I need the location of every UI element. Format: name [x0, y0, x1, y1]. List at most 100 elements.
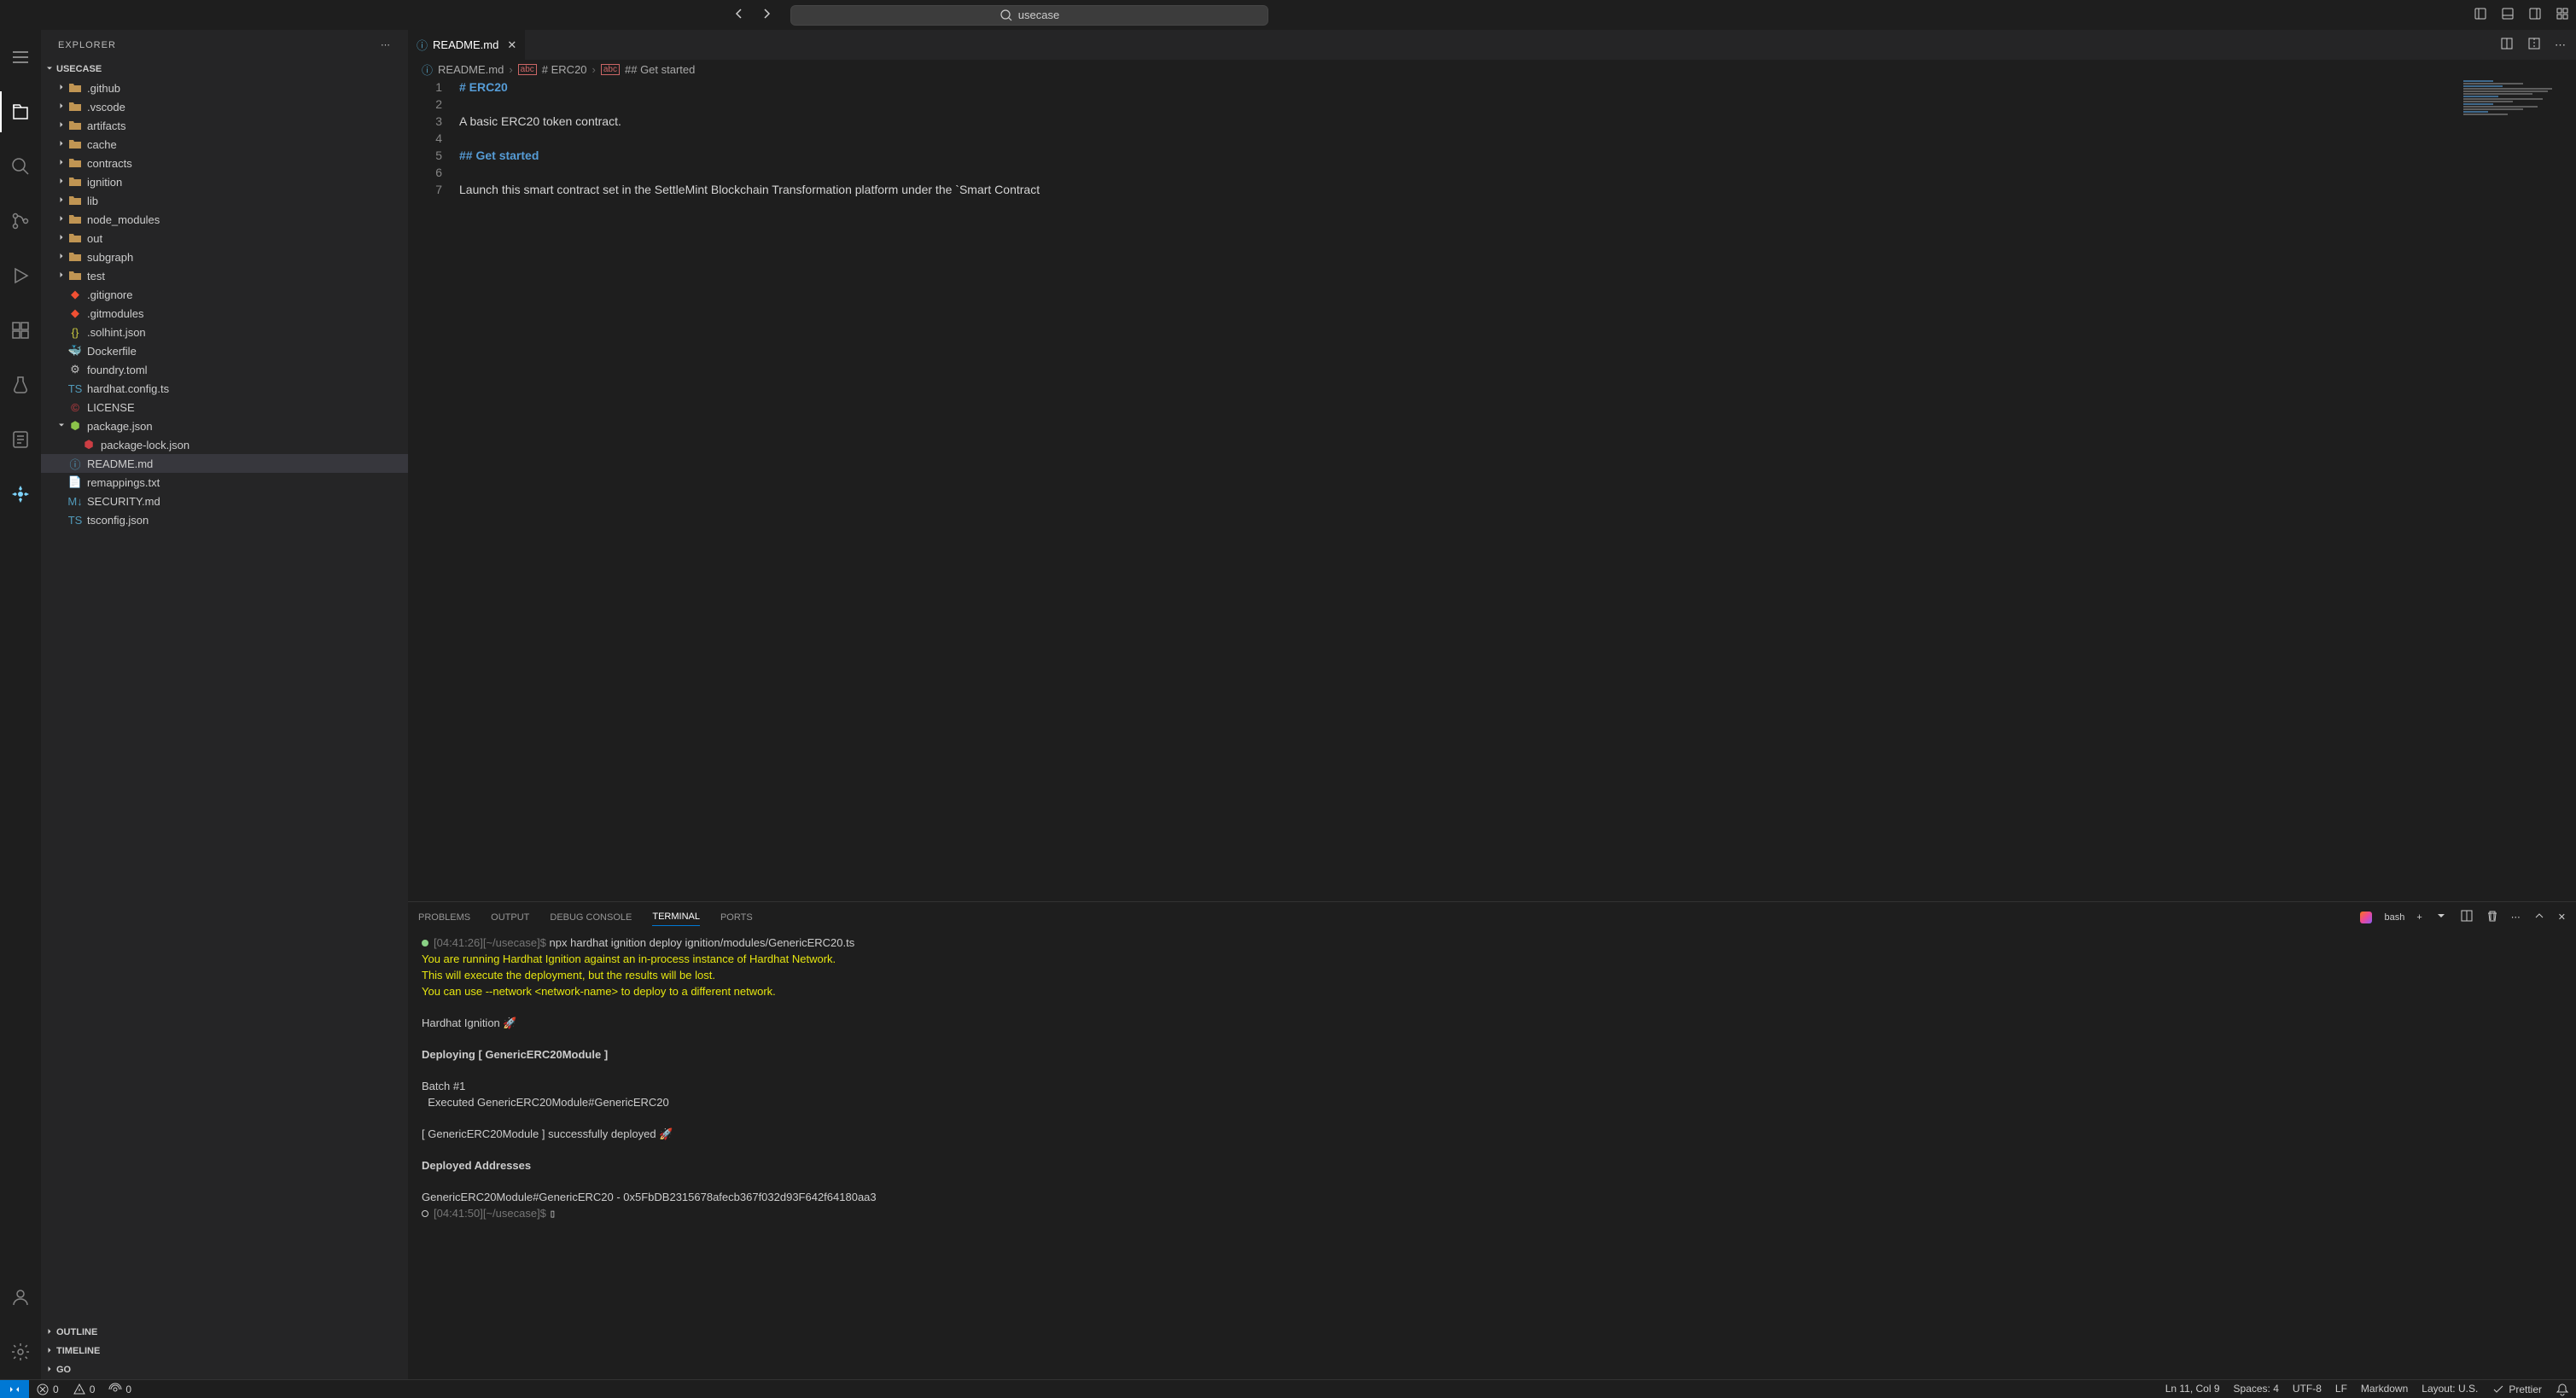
- status-encoding[interactable]: UTF-8: [2286, 1383, 2328, 1395]
- split-terminal-icon[interactable]: [2460, 909, 2474, 925]
- file-remappings[interactable]: 📄remappings.txt: [41, 473, 408, 492]
- task-manager-icon[interactable]: [0, 419, 41, 460]
- search-icon[interactable]: [0, 146, 41, 187]
- layout-panel-icon[interactable]: [2501, 7, 2515, 23]
- titlebar: usecase: [0, 0, 2576, 30]
- file-foundry-toml[interactable]: ⚙foundry.toml: [41, 360, 408, 379]
- minimap[interactable]: [2462, 79, 2564, 901]
- outline-section[interactable]: OUTLINE: [41, 1323, 408, 1342]
- folder-cache[interactable]: cache: [41, 135, 408, 154]
- file-readme[interactable]: ⓘREADME.md: [41, 454, 408, 473]
- chevron-right-icon: ›: [592, 63, 596, 76]
- terminal-content[interactable]: [04:41:26][~/usecase]$ npx hardhat ignit…: [408, 932, 2576, 1379]
- file-hardhat-config[interactable]: TShardhat.config.ts: [41, 379, 408, 398]
- maximize-panel-icon[interactable]: [2532, 909, 2546, 925]
- license-icon: ©: [68, 401, 82, 414]
- settlemint-icon[interactable]: [0, 474, 41, 515]
- shell-name[interactable]: bash: [2384, 912, 2404, 923]
- info-icon: ⓘ: [417, 37, 428, 53]
- folder-out[interactable]: out: [41, 229, 408, 248]
- file-gitmodules[interactable]: ◆.gitmodules: [41, 304, 408, 323]
- status-ports[interactable]: 0: [102, 1380, 138, 1398]
- code-content[interactable]: # ERC20 A basic ERC20 token contract. ##…: [459, 79, 2576, 901]
- folder-node-modules[interactable]: node_modules: [41, 210, 408, 229]
- more-actions-icon[interactable]: ⋯: [2555, 38, 2566, 52]
- tab-readme[interactable]: ⓘ README.md ✕: [408, 30, 526, 60]
- file-package-json[interactable]: ⬢package.json: [41, 416, 408, 435]
- tab-debug-console[interactable]: DEBUG CONSOLE: [550, 909, 632, 926]
- file-dockerfile[interactable]: 🐳Dockerfile: [41, 341, 408, 360]
- search-icon: [1000, 9, 1013, 22]
- status-layout[interactable]: Layout: U.S.: [2415, 1383, 2485, 1395]
- source-control-icon[interactable]: [0, 201, 41, 242]
- explorer-more-icon[interactable]: ⋯: [381, 39, 391, 50]
- status-errors[interactable]: 0: [29, 1380, 66, 1398]
- folder-test[interactable]: test: [41, 266, 408, 285]
- tab-label: README.md: [433, 38, 498, 51]
- close-icon[interactable]: ✕: [507, 38, 516, 52]
- folder-contracts[interactable]: contracts: [41, 154, 408, 172]
- run-debug-icon[interactable]: [0, 255, 41, 296]
- search-text: usecase: [1018, 9, 1059, 21]
- explorer-icon[interactable]: [0, 91, 41, 132]
- folder-subgraph[interactable]: subgraph: [41, 248, 408, 266]
- folder-ignition[interactable]: ignition: [41, 172, 408, 191]
- customize-layout-icon[interactable]: [2556, 7, 2569, 23]
- text-icon: 📄: [68, 475, 82, 489]
- status-notifications-icon[interactable]: [2549, 1383, 2576, 1396]
- tab-output[interactable]: OUTPUT: [491, 909, 529, 926]
- folder-vscode[interactable]: .vscode: [41, 97, 408, 116]
- breadcrumb[interactable]: ⓘ README.md › abc # ERC20 › abc ## Get s…: [408, 60, 2576, 79]
- chevron-right-icon: [55, 232, 68, 245]
- file-solhint[interactable]: {}.solhint.json: [41, 323, 408, 341]
- tab-terminal[interactable]: TERMINAL: [652, 908, 700, 926]
- menu-icon[interactable]: [0, 37, 41, 78]
- tab-problems[interactable]: PROBLEMS: [418, 909, 470, 926]
- status-position[interactable]: Ln 11, Col 9: [2159, 1383, 2227, 1395]
- command-center[interactable]: usecase: [790, 5, 1268, 26]
- explorer-title: EXPLORER: [58, 40, 116, 50]
- file-license[interactable]: ©LICENSE: [41, 398, 408, 416]
- breadcrumb-h1[interactable]: # ERC20: [542, 63, 587, 76]
- workspace-header[interactable]: USECASE: [41, 60, 408, 79]
- status-language[interactable]: Markdown: [2354, 1383, 2415, 1395]
- layout-sidebar-right-icon[interactable]: [2528, 7, 2542, 23]
- chevron-right-icon: [55, 138, 68, 151]
- remote-indicator[interactable]: [0, 1380, 29, 1398]
- editor[interactable]: 1234567 # ERC20 A basic ERC20 token cont…: [408, 79, 2576, 901]
- file-package-lock[interactable]: ⬢package-lock.json: [41, 435, 408, 454]
- layout-sidebar-left-icon[interactable]: [2474, 7, 2487, 23]
- markdown-icon: M↓: [68, 495, 82, 508]
- terminal-more-icon[interactable]: ⋯: [2511, 912, 2521, 923]
- terminal-dropdown-icon[interactable]: [2434, 909, 2448, 925]
- tab-ports[interactable]: PORTS: [720, 909, 753, 926]
- chevron-right-icon: [55, 101, 68, 114]
- accounts-icon[interactable]: [0, 1277, 41, 1318]
- open-preview-icon[interactable]: [2500, 37, 2514, 53]
- folder-icon: [68, 137, 82, 151]
- settings-icon[interactable]: [0, 1331, 41, 1372]
- status-warnings[interactable]: 0: [66, 1380, 102, 1398]
- nav-forward-icon[interactable]: [760, 7, 773, 23]
- extensions-icon[interactable]: [0, 310, 41, 351]
- testing-icon[interactable]: [0, 364, 41, 405]
- folder-github[interactable]: .github: [41, 79, 408, 97]
- nav-back-icon[interactable]: [732, 7, 746, 23]
- breadcrumb-h2[interactable]: ## Get started: [625, 63, 695, 76]
- status-eol[interactable]: LF: [2328, 1383, 2354, 1395]
- close-panel-icon[interactable]: ✕: [2558, 912, 2566, 923]
- docker-icon: 🐳: [68, 344, 82, 358]
- kill-terminal-icon[interactable]: [2486, 909, 2499, 925]
- breadcrumb-file[interactable]: README.md: [438, 63, 504, 76]
- file-tsconfig[interactable]: TStsconfig.json: [41, 510, 408, 529]
- status-spaces[interactable]: Spaces: 4: [2227, 1383, 2286, 1395]
- split-editor-icon[interactable]: [2527, 37, 2541, 53]
- timeline-section[interactable]: TIMELINE: [41, 1342, 408, 1360]
- folder-artifacts[interactable]: artifacts: [41, 116, 408, 135]
- file-gitignore[interactable]: ◆.gitignore: [41, 285, 408, 304]
- file-security[interactable]: M↓SECURITY.md: [41, 492, 408, 510]
- status-prettier[interactable]: Prettier: [2485, 1383, 2549, 1396]
- new-terminal-icon[interactable]: +: [2416, 912, 2422, 923]
- folder-lib[interactable]: lib: [41, 191, 408, 210]
- go-section[interactable]: GO: [41, 1360, 408, 1379]
